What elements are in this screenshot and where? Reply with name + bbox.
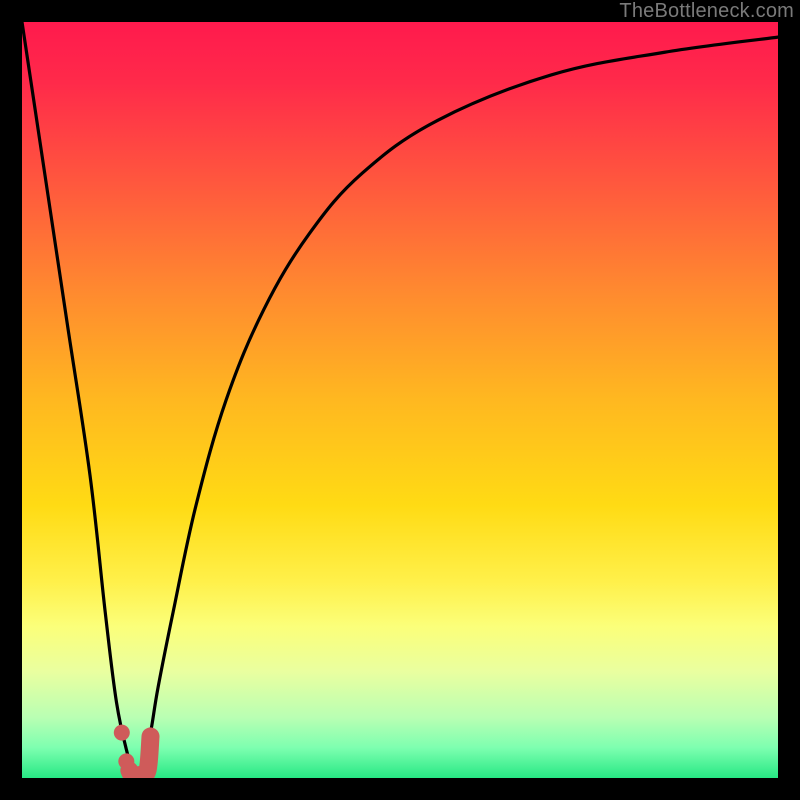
- plot-frame: [22, 22, 778, 778]
- point-a: [114, 725, 130, 741]
- watermark-text: TheBottleneck.com: [619, 0, 794, 23]
- bottleneck-curve: [22, 22, 778, 778]
